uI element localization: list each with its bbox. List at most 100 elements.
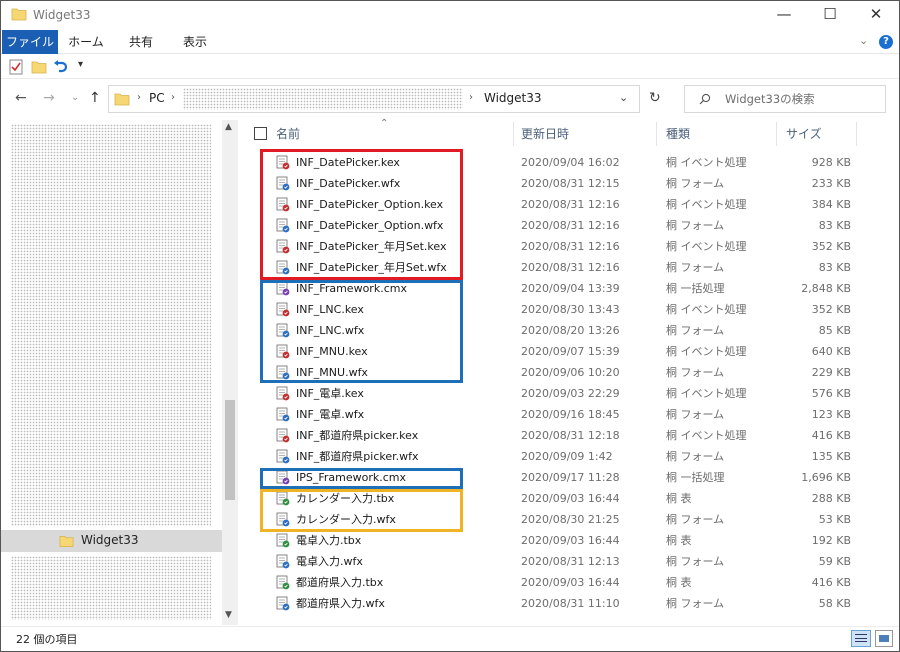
file-date: 2020/09/03 16:44 [521,492,620,505]
file-row[interactable]: INF_Framework.cmx 2020/09/04 13:39 桐 一括処理 2… [246,278,866,299]
file-date: 2020/08/31 12:15 [521,177,620,190]
file-name: IPS_Framework.cmx [296,471,407,484]
file-row[interactable]: INF_MNU.wfx 2020/09/06 10:20 桐 フォーム 229 KB [246,362,866,383]
tab-share[interactable]: 共有 [119,30,163,54]
ribbon-expand-chevron-icon[interactable]: ⌄ [859,34,868,47]
file-size: 640 KB [811,345,851,358]
column-divider [513,122,514,146]
file-row[interactable]: INF_電卓.wfx 2020/09/16 18:45 桐 フォーム 123 KB [246,404,866,425]
file-row[interactable]: INF_MNU.kex 2020/09/07 15:39 桐 イベント処理 640 K… [246,341,866,362]
column-header-name[interactable]: 名前 [276,120,300,148]
breadcrumb-current[interactable]: Widget33 [484,91,542,105]
file-date: 2020/08/31 12:16 [521,198,620,211]
file-row[interactable]: IPS_Framework.cmx 2020/09/17 11:28 桐 一括処理 1… [246,467,866,488]
file-date: 2020/09/03 16:44 [521,576,620,589]
file-name: 都道府県入力.tbx [296,576,384,589]
file-row[interactable]: カレンダー入力.tbx 2020/09/03 16:44 桐 表 288 KB [246,488,866,509]
address-dropdown-chevron-icon[interactable]: ⌄ [619,91,628,104]
file-size: 135 KB [811,450,851,463]
file-row[interactable]: INF_DatePicker_Option.wfx 2020/08/31 12:1… [246,215,866,236]
file-date: 2020/08/31 12:16 [521,261,620,274]
scrollbar-thumb[interactable] [225,400,235,500]
file-size: 123 KB [811,408,851,421]
file-row[interactable]: INF_DatePicker_年月Set.kex 2020/08/31 12:16… [246,236,866,257]
file-type: 桐 フォーム [666,555,725,568]
tab-file[interactable]: ファイル [2,30,58,54]
column-divider [776,122,777,146]
file-row[interactable]: INF_DatePicker.kex 2020/09/04 16:02 桐 イベント… [246,152,866,173]
file-name: 電卓入力.wfx [296,555,363,568]
forward-arrow-icon[interactable]: → [43,90,55,106]
address-bar[interactable]: › PC › › Widget33 ⌄ [108,85,640,113]
file-date: 2020/08/30 21:25 [521,513,620,526]
wfx-file-icon [276,512,290,527]
close-button[interactable]: ✕ [853,1,899,30]
back-arrow-icon[interactable]: ← [15,90,27,106]
file-row[interactable]: INF_LNC.kex 2020/08/30 13:43 桐 イベント処理 352 K… [246,299,866,320]
tab-view[interactable]: 表示 [173,30,217,54]
minimize-button[interactable]: — [761,1,807,30]
tab-home[interactable]: ホーム [63,30,109,54]
file-date: 2020/09/04 16:02 [521,156,620,169]
recent-locations-chevron-icon[interactable]: ⌄ [71,92,79,103]
file-row[interactable]: INF_LNC.wfx 2020/08/20 13:26 桐 フォーム 85 KB [246,320,866,341]
search-box[interactable]: Widget33の検索 [684,85,886,113]
details-view-icon[interactable] [851,630,871,647]
undo-icon[interactable] [53,59,69,75]
maximize-button[interactable]: ☐ [807,1,853,30]
file-name: INF_DatePicker.kex [296,156,400,169]
scroll-up-icon[interactable]: ▲ [225,122,232,132]
file-row[interactable]: INF_DatePicker_Option.kex 2020/08/31 12:1… [246,194,866,215]
title-bar: Widget33 — ☐ ✕ [1,1,899,30]
column-header-type[interactable]: 種類 [666,120,690,148]
file-date: 2020/08/31 12:13 [521,555,620,568]
tree-item-widget33[interactable]: Widget33 [1,530,222,552]
file-size: 352 KB [811,240,851,253]
properties-icon[interactable] [9,59,23,75]
file-row[interactable]: 電卓入力.tbx 2020/09/03 16:44 桐 表 192 KB [246,530,866,551]
file-type: 桐 フォーム [666,513,725,526]
file-size: 229 KB [811,366,851,379]
file-row[interactable]: 都道府県入力.tbx 2020/09/03 16:44 桐 表 416 KB [246,572,866,593]
scroll-down-icon[interactable]: ▼ [225,610,232,620]
ribbon-tabs: ファイル ホーム 共有 表示 ⌄ ? [1,30,899,54]
file-row[interactable]: INF_電卓.kex 2020/09/03 22:29 桐 イベント処理 576 KB [246,383,866,404]
refresh-icon[interactable]: ↻ [649,90,661,106]
file-row[interactable]: INF_DatePicker.wfx 2020/08/31 12:15 桐 フォーム… [246,173,866,194]
file-type: 桐 フォーム [666,219,725,232]
file-name: INF_DatePicker_Option.wfx [296,219,444,232]
select-all-checkbox[interactable] [254,127,267,140]
explorer-window: Widget33 — ☐ ✕ ファイル ホーム 共有 表示 ⌄ ? ▾ ← → … [0,0,900,652]
quick-access-toolbar: ▾ [1,55,899,79]
breadcrumb-separator-icon: › [137,92,141,103]
file-row[interactable]: INF_DatePicker_年月Set.wfx 2020/08/31 12:16… [246,257,866,278]
file-date: 2020/08/30 13:43 [521,303,620,316]
wfx-file-icon [276,218,290,233]
new-folder-icon[interactable] [31,60,47,74]
file-name: INF_LNC.wfx [296,324,365,337]
file-size: 928 KB [811,156,851,169]
breadcrumb-pc[interactable]: PC [149,91,165,105]
file-row[interactable]: 電卓入力.wfx 2020/08/31 12:13 桐 フォーム 59 KB [246,551,866,572]
up-arrow-icon[interactable]: ↑ [89,90,101,106]
file-size: 83 KB [818,261,851,274]
file-row[interactable]: INF_都道府県picker.kex 2020/08/31 12:18 桐 イベント… [246,425,866,446]
sort-ascending-icon: ⌃ [380,118,389,129]
file-row[interactable]: 都道府県入力.wfx 2020/08/31 11:10 桐 フォーム 58 KB [246,593,866,614]
wfx-file-icon [276,407,290,422]
column-header-size[interactable]: サイズ [786,120,822,148]
breadcrumb-separator-icon: › [171,92,175,103]
file-row[interactable]: カレンダー入力.wfx 2020/08/30 21:25 桐 フォーム 53 KB [246,509,866,530]
file-date: 2020/08/31 11:10 [521,597,620,610]
file-type: 桐 イベント処理 [666,198,747,211]
nav-pane-scrollbar[interactable]: ▲ ▼ [222,120,238,625]
item-count: 22 個の項目 [16,633,78,646]
help-icon[interactable]: ? [879,35,893,49]
large-icons-view-icon[interactable] [875,630,893,647]
customize-toolbar-icon[interactable]: ▾ [78,59,83,70]
file-row[interactable]: INF_都道府県picker.wfx 2020/09/09 1:42 桐 フォーム 1… [246,446,866,467]
file-size: 85 KB [818,324,851,337]
column-header-date[interactable]: 更新日時 [521,120,569,148]
column-divider [656,122,657,146]
file-type: 桐 フォーム [666,261,725,274]
